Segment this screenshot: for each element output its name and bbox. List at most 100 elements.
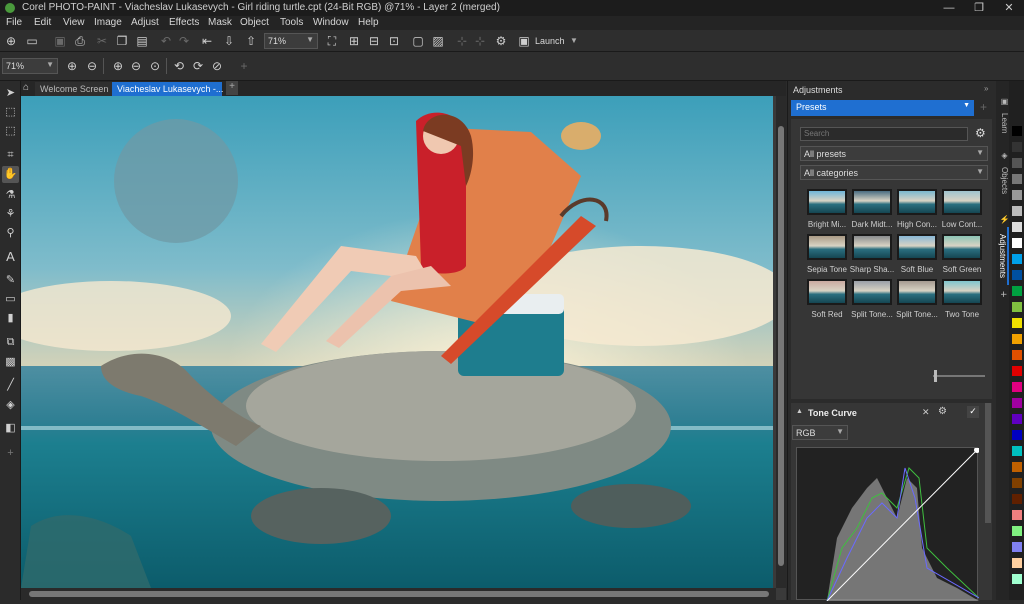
- color-swatch[interactable]: [1012, 382, 1022, 392]
- thumbnail-size-slider[interactable]: [933, 375, 985, 377]
- expand-panel-icon[interactable]: »: [984, 84, 988, 93]
- zoom-combo[interactable]: 71% ▼: [2, 58, 58, 74]
- menu-mask[interactable]: Mask: [208, 17, 232, 28]
- preset-item[interactable]: Sepia Tone: [804, 234, 850, 278]
- pick-tool-icon[interactable]: ➤: [2, 85, 19, 102]
- close-icon[interactable]: ✕: [994, 0, 1024, 16]
- open-icon[interactable]: ▭: [24, 33, 40, 49]
- tab-adjustments[interactable]: Adjustments: [996, 227, 1009, 285]
- snap-icon[interactable]: ⊡: [386, 33, 402, 49]
- zoom-level-combo[interactable]: 71% ▼: [264, 33, 318, 49]
- color-swatch[interactable]: [1012, 478, 1022, 488]
- thumbnail-size-slider-handle[interactable]: [934, 370, 937, 382]
- color-swatch[interactable]: [1012, 526, 1022, 536]
- color-swatch[interactable]: [1012, 190, 1022, 200]
- color-swatch[interactable]: [1012, 542, 1022, 552]
- tab-document[interactable]: Viacheslav Lukasevych -...: [112, 82, 223, 96]
- color-swatch[interactable]: [1012, 270, 1022, 280]
- tab-welcome-screen[interactable]: Welcome Screen: [35, 82, 114, 96]
- preset-item[interactable]: Split Tone...: [849, 279, 895, 323]
- full-screen-icon[interactable]: ⛶: [324, 33, 340, 49]
- options-gear-icon[interactable]: ⚙: [493, 33, 509, 49]
- pan-tool-icon[interactable]: ✋: [2, 166, 19, 183]
- add-docker-icon[interactable]: +: [996, 291, 1009, 297]
- presets-dropdown[interactable]: Presets ▼: [791, 100, 974, 116]
- tab-objects[interactable]: Objects: [996, 164, 1009, 198]
- guidelines-icon[interactable]: ⊟: [366, 33, 382, 49]
- crop-tool-icon[interactable]: ⌗: [2, 147, 19, 164]
- zoom-height-icon[interactable]: ⟲: [171, 58, 187, 74]
- maximize-icon[interactable]: ❐: [964, 0, 994, 16]
- shape-tool-icon[interactable]: ▭: [2, 291, 19, 308]
- preset-item[interactable]: Soft Blue: [894, 234, 940, 278]
- settings-gear-icon[interactable]: ⚙: [975, 126, 986, 140]
- transparency-tool-icon[interactable]: ▩: [2, 354, 19, 371]
- preset-item[interactable]: Low Cont...: [939, 189, 985, 233]
- launch-chevron-down-icon[interactable]: ▼: [570, 36, 578, 45]
- clone-tool-icon[interactable]: ⧉: [2, 334, 19, 351]
- color-swatch[interactable]: [1012, 126, 1022, 136]
- presets-filter-combo[interactable]: All presets ▼: [800, 146, 988, 161]
- zoom-image-icon[interactable]: ⟳: [190, 58, 206, 74]
- add-tool-icon[interactable]: +: [2, 445, 19, 462]
- color-swatch[interactable]: [1012, 302, 1022, 312]
- color-swatch[interactable]: [1012, 510, 1022, 520]
- color-swatch[interactable]: [1012, 222, 1022, 232]
- menu-help[interactable]: Help: [358, 17, 379, 28]
- preset-item[interactable]: Dark Midt...: [849, 189, 895, 233]
- paste-icon[interactable]: ▤: [134, 33, 150, 49]
- horizontal-scroll-thumb[interactable]: [29, 591, 769, 597]
- object-marquee-icon[interactable]: ▨: [430, 33, 446, 49]
- color-swatch[interactable]: [1012, 254, 1022, 264]
- color-swatch[interactable]: [1012, 158, 1022, 168]
- zoom-out-icon[interactable]: ⊖: [84, 58, 100, 74]
- menu-edit[interactable]: Edit: [34, 17, 51, 28]
- color-swatch[interactable]: [1012, 286, 1022, 296]
- vertical-scroll-thumb[interactable]: [778, 126, 784, 566]
- apply-checkbox[interactable]: ✓: [967, 406, 979, 418]
- paint-tool-icon[interactable]: ✎: [2, 272, 19, 289]
- tone-curve-graph[interactable]: [796, 447, 980, 602]
- redo-icon[interactable]: ↷: [176, 33, 192, 49]
- color-swatch-icon[interactable]: ◧: [2, 420, 19, 437]
- cut-icon[interactable]: ✂: [94, 33, 110, 49]
- preset-item[interactable]: High Con...: [894, 189, 940, 233]
- home-icon[interactable]: ⌂: [23, 82, 29, 93]
- image-canvas[interactable]: [21, 96, 773, 588]
- menu-image[interactable]: Image: [94, 17, 122, 28]
- text-tool-icon[interactable]: A: [2, 248, 19, 265]
- menu-file[interactable]: File: [6, 17, 22, 28]
- menu-window[interactable]: Window: [313, 17, 349, 28]
- color-swatch[interactable]: [1012, 430, 1022, 440]
- tab-learn[interactable]: Learn: [996, 109, 1009, 137]
- show-grid-icon[interactable]: ⊞: [346, 33, 362, 49]
- copy-icon[interactable]: ❐: [114, 33, 130, 49]
- zoom-in-icon[interactable]: ⊕: [64, 58, 80, 74]
- tone-curve-gear-icon[interactable]: ⚙: [938, 406, 947, 417]
- preset-item[interactable]: Soft Green: [939, 234, 985, 278]
- vertical-scrollbar[interactable]: [776, 96, 786, 588]
- save-icon[interactable]: ▣: [52, 33, 68, 49]
- menu-object[interactable]: Object: [240, 17, 269, 28]
- menu-effects[interactable]: Effects: [169, 17, 199, 28]
- red-eye-tool-icon[interactable]: ⚲: [2, 225, 19, 242]
- color-swatch[interactable]: [1012, 318, 1022, 328]
- effect-tool-icon[interactable]: ⚘: [2, 206, 19, 223]
- color-swatch[interactable]: [1012, 334, 1022, 344]
- zoom-width-icon[interactable]: ⊙: [147, 58, 163, 74]
- minimize-icon[interactable]: —: [934, 0, 964, 16]
- color-swatch[interactable]: [1012, 398, 1022, 408]
- eyedropper-tool-icon[interactable]: ⚗: [2, 187, 19, 204]
- color-swatch[interactable]: [1012, 174, 1022, 184]
- import-icon[interactable]: ⇤: [199, 33, 215, 49]
- launch-icon[interactable]: ▣: [516, 33, 532, 49]
- menu-adjust[interactable]: Adjust: [131, 17, 159, 28]
- color-swatch[interactable]: [1012, 446, 1022, 456]
- color-swatch[interactable]: [1012, 350, 1022, 360]
- preset-item[interactable]: Two Tone: [939, 279, 985, 323]
- mask-transform-icon[interactable]: ⬚: [2, 123, 19, 140]
- color-swatch[interactable]: [1012, 366, 1022, 376]
- color-swatch[interactable]: [1012, 462, 1022, 472]
- collapse-icon[interactable]: ▲: [796, 408, 803, 415]
- color-swatch[interactable]: [1012, 142, 1022, 152]
